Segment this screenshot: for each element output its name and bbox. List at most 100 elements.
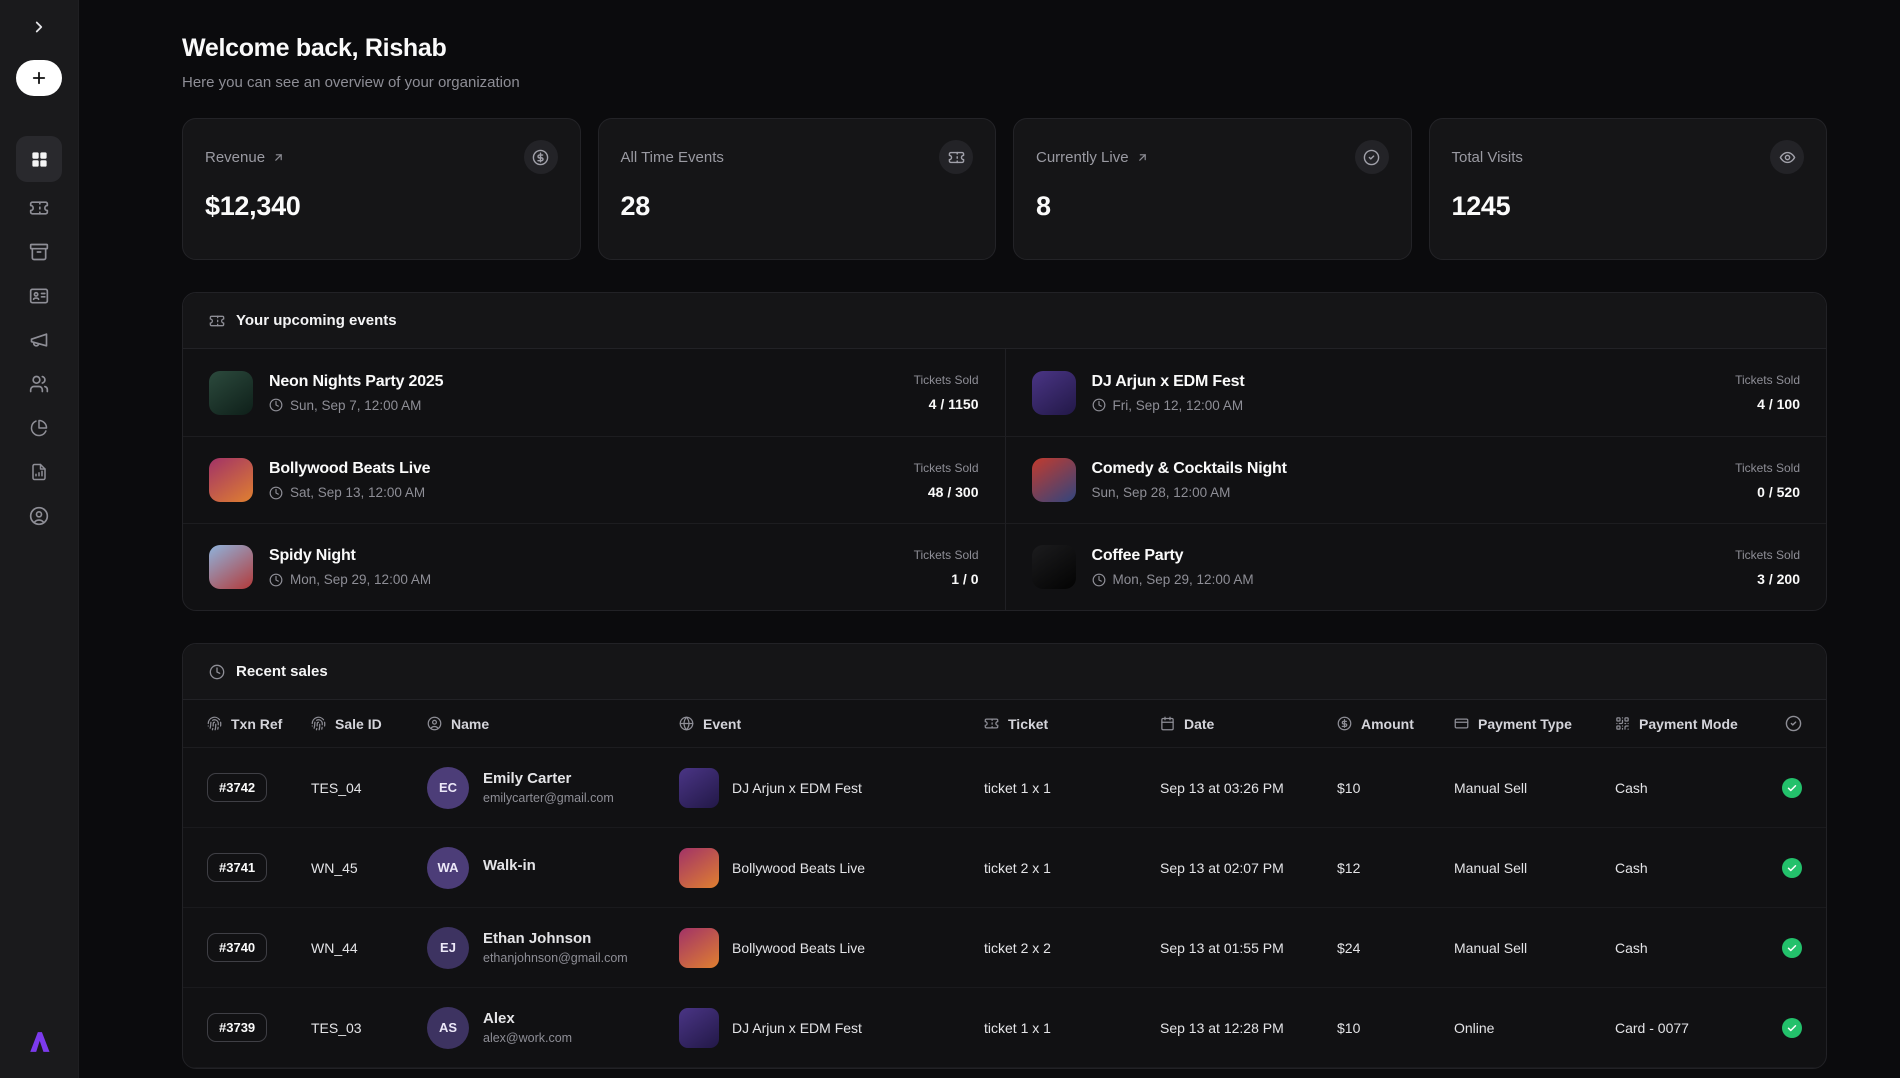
column-event: Event xyxy=(679,716,984,732)
sidebar-item-dashboard[interactable] xyxy=(16,136,62,182)
tickets-sold-label: Tickets Sold xyxy=(1735,461,1800,475)
sale-row[interactable]: #3741 WN_45 WA Walk-in Bollywood Beats L… xyxy=(183,828,1826,908)
event-name: DJ Arjun x EDM Fest xyxy=(732,780,862,796)
sidebar-item-events[interactable] xyxy=(18,234,60,270)
column-payment-mode: Payment Mode xyxy=(1615,716,1782,732)
sidebar-collapse-button[interactable] xyxy=(30,18,48,36)
payment-mode: Cash xyxy=(1615,860,1782,876)
clock-icon xyxy=(1092,573,1106,587)
event-item-bollywood-beats[interactable]: Bollywood Beats Live Sat, Sep 13, 12:00 … xyxy=(183,436,1005,523)
stat-card-currently-live[interactable]: Currently Live 8 xyxy=(1013,118,1412,260)
tickets-sold-label: Tickets Sold xyxy=(1735,548,1800,562)
megaphone-icon xyxy=(29,330,49,350)
plus-icon xyxy=(30,69,48,87)
event-item-comedy-cocktails[interactable]: Comedy & Cocktails Night Sun, Sep 28, 12… xyxy=(1005,436,1827,523)
event-name: Bollywood Beats Live xyxy=(732,940,865,956)
ticket-info: ticket 1 x 1 xyxy=(984,780,1160,796)
event-item-coffee-party[interactable]: Coffee Party Mon, Sep 29, 12:00 AM Ticke… xyxy=(1005,523,1827,610)
sidebar-item-tickets[interactable] xyxy=(18,190,60,226)
event-thumbnail xyxy=(1032,458,1076,502)
payment-type: Online xyxy=(1454,1020,1615,1036)
event-item-neon-nights[interactable]: Neon Nights Party 2025 Sun, Sep 7, 12:00… xyxy=(183,349,1005,436)
clock-icon xyxy=(269,398,283,412)
customer-email: ethanjohnson@gmail.com xyxy=(483,951,628,965)
event-thumbnail xyxy=(679,848,719,888)
sidebar-item-contacts[interactable] xyxy=(18,278,60,314)
clock-icon xyxy=(1092,398,1106,412)
clock-icon xyxy=(269,486,283,500)
event-item-dj-arjun[interactable]: DJ Arjun x EDM Fest Fri, Sep 12, 12:00 A… xyxy=(1005,349,1827,436)
users-icon xyxy=(29,374,49,394)
tickets-sold-label: Tickets Sold xyxy=(914,461,979,475)
create-button[interactable] xyxy=(16,60,62,96)
sidebar xyxy=(0,0,79,1078)
user-circle-icon xyxy=(427,716,442,731)
sidebar-item-account[interactable] xyxy=(18,498,60,534)
sidebar-item-reports[interactable] xyxy=(18,454,60,490)
tickets-sold-label: Tickets Sold xyxy=(914,373,979,387)
archive-icon xyxy=(29,242,49,262)
ticket-icon xyxy=(209,313,225,329)
globe-icon xyxy=(679,716,694,731)
stat-value: 28 xyxy=(621,191,974,222)
success-check-icon xyxy=(1782,858,1802,878)
column-ticket: Ticket xyxy=(984,716,1160,732)
success-check-icon xyxy=(1782,1018,1802,1038)
event-name: Neon Nights Party 2025 xyxy=(269,373,443,391)
badge-check-icon xyxy=(1355,140,1389,174)
clock-icon xyxy=(209,664,225,680)
payment-type: Manual Sell xyxy=(1454,780,1615,796)
ticket-info: ticket 2 x 1 xyxy=(984,860,1160,876)
txn-ref-badge: #3739 xyxy=(207,1013,267,1042)
panel-title: Recent sales xyxy=(236,663,328,680)
stat-card-total-visits[interactable]: Total Visits 1245 xyxy=(1429,118,1828,260)
app-logo xyxy=(25,1028,53,1056)
grid-icon xyxy=(30,150,49,169)
ticket-icon xyxy=(984,716,999,731)
dollar-circle-icon xyxy=(1337,716,1352,731)
sidebar-item-marketing[interactable] xyxy=(18,322,60,358)
clock-icon xyxy=(269,573,283,587)
txn-ref-badge: #3741 xyxy=(207,853,267,882)
amount: $10 xyxy=(1337,780,1454,796)
upcoming-events-panel: Your upcoming events Neon Nights Party 2… xyxy=(182,292,1827,611)
amount: $12 xyxy=(1337,860,1454,876)
qr-code-icon xyxy=(1615,716,1630,731)
tickets-sold-count: 4 / 1150 xyxy=(914,396,979,412)
credit-card-icon xyxy=(1454,716,1469,731)
page-subtitle: Here you can see an overview of your org… xyxy=(182,74,1827,91)
sale-row[interactable]: #3742 TES_04 EC Emily Carteremilycarter@… xyxy=(183,748,1826,828)
event-name: DJ Arjun x EDM Fest xyxy=(732,1020,862,1036)
ticket-icon xyxy=(939,140,973,174)
tickets-sold-label: Tickets Sold xyxy=(914,548,979,562)
sale-date: Sep 13 at 02:07 PM xyxy=(1160,860,1337,876)
payment-mode: Card - 0077 xyxy=(1615,1020,1782,1036)
sales-table-header: Txn Ref Sale ID Name Event Ticket Date A… xyxy=(183,700,1826,748)
stat-card-revenue[interactable]: Revenue $12,340 xyxy=(182,118,581,260)
event-item-spidy-night[interactable]: Spidy Night Mon, Sep 29, 12:00 AM Ticket… xyxy=(183,523,1005,610)
pie-chart-icon xyxy=(30,419,48,437)
sale-id: TES_04 xyxy=(311,780,427,796)
calendar-icon xyxy=(1160,716,1175,731)
event-thumbnail xyxy=(1032,371,1076,415)
tickets-sold-count: 4 / 100 xyxy=(1735,396,1800,412)
sale-id: WN_45 xyxy=(311,860,427,876)
recent-sales-header: Recent sales xyxy=(183,644,1826,700)
event-name: DJ Arjun x EDM Fest xyxy=(1092,373,1245,391)
chevron-right-icon xyxy=(30,18,48,36)
event-thumbnail xyxy=(209,371,253,415)
sidebar-item-team[interactable] xyxy=(18,366,60,402)
stat-label: All Time Events xyxy=(621,149,724,166)
sale-id: WN_44 xyxy=(311,940,427,956)
sale-row[interactable]: #3739 TES_03 AS Alexalex@work.com DJ Arj… xyxy=(183,988,1826,1068)
sale-row[interactable]: #3740 WN_44 EJ Ethan Johnsonethanjohnson… xyxy=(183,908,1826,988)
column-date: Date xyxy=(1160,716,1337,732)
sidebar-item-analytics[interactable] xyxy=(18,410,60,446)
avatar: EC xyxy=(427,767,469,809)
event-name: Bollywood Beats Live xyxy=(732,860,865,876)
event-date-text: Sat, Sep 13, 12:00 AM xyxy=(290,485,425,500)
sale-date: Sep 13 at 03:26 PM xyxy=(1160,780,1337,796)
stat-card-all-time-events[interactable]: All Time Events 28 xyxy=(598,118,997,260)
payment-type: Manual Sell xyxy=(1454,940,1615,956)
event-date-text: Sun, Sep 28, 12:00 AM xyxy=(1092,485,1231,500)
